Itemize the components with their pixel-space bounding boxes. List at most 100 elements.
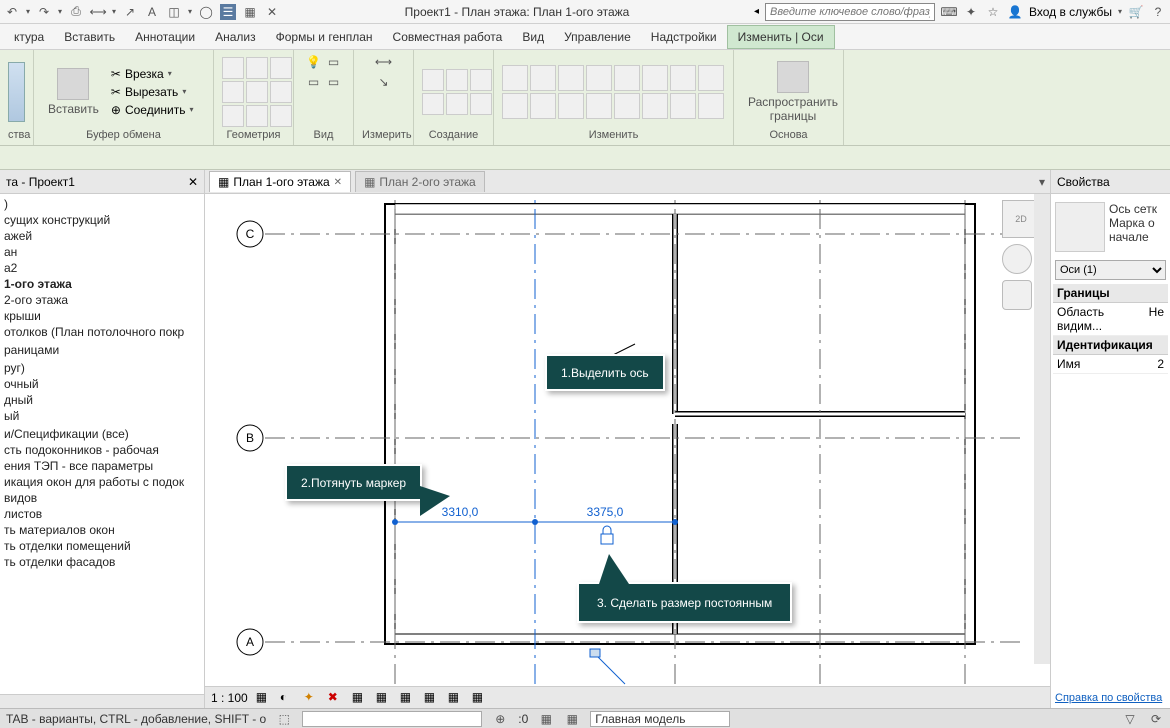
modify-icon[interactable] bbox=[8, 62, 25, 122]
close-icon[interactable]: ✕ bbox=[334, 177, 342, 188]
geom-tool-icon[interactable] bbox=[222, 81, 244, 103]
measure-icon[interactable]: ↘ bbox=[376, 74, 392, 90]
vc-icon[interactable]: ✦ bbox=[304, 690, 320, 706]
modify-tool-icon[interactable] bbox=[670, 65, 696, 91]
tab-options-icon[interactable]: ▾ bbox=[1034, 174, 1050, 190]
geom-tool-icon[interactable] bbox=[270, 81, 292, 103]
select-icon[interactable]: ⬚ bbox=[276, 711, 292, 727]
vc-icon[interactable]: ▦ bbox=[448, 690, 464, 706]
print-icon[interactable]: ⎙ bbox=[68, 4, 84, 20]
star-icon[interactable]: ☆ bbox=[985, 4, 1001, 20]
measure-icon[interactable]: ⟷ bbox=[376, 54, 392, 70]
menu-tab-active[interactable]: Изменить | Оси bbox=[727, 25, 835, 49]
modify-tool-icon[interactable] bbox=[558, 65, 584, 91]
modify-tool-icon[interactable] bbox=[586, 65, 612, 91]
close-icon[interactable]: ✕ bbox=[188, 175, 198, 189]
nav-pan-icon[interactable] bbox=[1002, 280, 1032, 310]
modify-tool-icon[interactable] bbox=[530, 65, 556, 91]
filter-icon[interactable]: ▽ bbox=[1122, 711, 1138, 727]
propagate-button[interactable]: Распространить границы bbox=[742, 59, 844, 125]
modify-tool-icon[interactable] bbox=[670, 93, 696, 119]
geom-tool-icon[interactable] bbox=[270, 105, 292, 127]
modify-tool-icon[interactable] bbox=[642, 93, 668, 119]
vc-icon[interactable]: ✖ bbox=[328, 690, 344, 706]
vc-icon[interactable]: ◐ bbox=[280, 690, 296, 706]
modify-tool-icon[interactable] bbox=[502, 93, 528, 119]
modify-tool-icon[interactable] bbox=[586, 93, 612, 119]
close-view-icon[interactable]: ✕ bbox=[264, 4, 280, 20]
nav-wheel-icon[interactable] bbox=[1002, 244, 1032, 274]
vc-icon[interactable]: ▦ bbox=[400, 690, 416, 706]
geom-tool-icon[interactable] bbox=[246, 57, 268, 79]
menu-tab[interactable]: Аннотации bbox=[125, 26, 205, 48]
model-icon[interactable]: ▦ bbox=[538, 711, 554, 727]
view-tool-icon[interactable]: ▭ bbox=[306, 74, 322, 90]
status-combo[interactable] bbox=[302, 711, 482, 727]
cut2-button[interactable]: ✂Вырезать ▾ bbox=[109, 84, 196, 100]
vc-icon[interactable]: ▦ bbox=[376, 690, 392, 706]
text-icon[interactable]: A bbox=[144, 4, 160, 20]
search-input[interactable] bbox=[765, 3, 935, 21]
geom-tool-icon[interactable] bbox=[222, 57, 244, 79]
prop-row[interactable]: Имя2 bbox=[1053, 355, 1168, 374]
menu-tab[interactable]: Управление bbox=[554, 26, 641, 48]
model-selector[interactable]: Главная модель bbox=[590, 711, 730, 727]
geom-tool-icon[interactable] bbox=[222, 105, 244, 127]
create-tool-icon[interactable] bbox=[446, 69, 468, 91]
measure-icon[interactable]: ⟷ bbox=[90, 4, 106, 20]
zoom-label[interactable]: 1 : 100 bbox=[211, 691, 248, 705]
create-tool-icon[interactable] bbox=[422, 69, 444, 91]
type-selector[interactable]: Оси (1) bbox=[1055, 260, 1166, 280]
menu-tab[interactable]: Вид bbox=[512, 26, 554, 48]
menu-tab[interactable]: Формы и генплан bbox=[266, 26, 383, 48]
coord-icon[interactable]: ⊕ bbox=[492, 711, 508, 727]
prop-row[interactable]: Область видим...Не bbox=[1053, 303, 1168, 336]
vc-icon[interactable]: ▦ bbox=[424, 690, 440, 706]
scrollbar-h[interactable] bbox=[0, 694, 204, 708]
modify-tool-icon[interactable] bbox=[614, 65, 640, 91]
modify-tool-icon[interactable] bbox=[502, 65, 528, 91]
menu-tab[interactable]: Вставить bbox=[54, 26, 125, 48]
vc-icon[interactable]: ▦ bbox=[352, 690, 368, 706]
geom-tool-icon[interactable] bbox=[270, 57, 292, 79]
cube-icon[interactable]: ◫ bbox=[166, 4, 182, 20]
circle-icon[interactable]: ◯ bbox=[198, 4, 214, 20]
join-button[interactable]: ⊕Соединить ▾ bbox=[109, 102, 196, 118]
view-tool-icon[interactable]: ▭ bbox=[326, 74, 342, 90]
menu-tab[interactable]: Анализ bbox=[205, 26, 266, 48]
sync-icon[interactable]: ⟳ bbox=[1148, 711, 1164, 727]
help-icon[interactable]: ? bbox=[1150, 4, 1166, 20]
canvas[interactable]: C B A 3310,0 3375,0 bbox=[205, 194, 1050, 686]
tool-icon[interactable]: ▦ bbox=[242, 4, 258, 20]
keyboard-icon[interactable]: ⌨ bbox=[941, 4, 957, 20]
paste-button[interactable]: Вставить bbox=[42, 66, 105, 118]
properties-help-link[interactable]: Справка по свойства bbox=[1051, 688, 1170, 708]
vc-icon[interactable]: ▦ bbox=[472, 690, 488, 706]
bulb-icon[interactable]: 💡 bbox=[306, 54, 322, 70]
modify-tool-icon[interactable] bbox=[614, 93, 640, 119]
undo-icon[interactable]: ↶ bbox=[4, 4, 20, 20]
modify-tool-icon[interactable] bbox=[698, 65, 724, 91]
view-tab[interactable]: ▦План 1-ого этажа✕ bbox=[209, 171, 351, 192]
menu-tab[interactable]: Надстройки bbox=[641, 26, 727, 48]
vc-icon[interactable]: ▦ bbox=[256, 690, 272, 706]
menu-tab[interactable]: ктура bbox=[4, 26, 54, 48]
modify-tool-icon[interactable] bbox=[558, 93, 584, 119]
list-icon[interactable]: ☰ bbox=[220, 4, 236, 20]
redo-icon[interactable]: ↷ bbox=[36, 4, 52, 20]
login-label[interactable]: Вход в службы bbox=[1029, 5, 1112, 19]
user-icon[interactable]: 👤 bbox=[1007, 4, 1023, 20]
view-tool-icon[interactable]: ▭ bbox=[326, 54, 342, 70]
modify-tool-icon[interactable] bbox=[698, 93, 724, 119]
geom-tool-icon[interactable] bbox=[246, 81, 268, 103]
communicate-icon[interactable]: ✦ bbox=[963, 4, 979, 20]
model-icon[interactable]: ▦ bbox=[564, 711, 580, 727]
create-tool-icon[interactable] bbox=[446, 93, 468, 115]
cart-icon[interactable]: 🛒 bbox=[1128, 4, 1144, 20]
cut-button[interactable]: ✂Врезка ▾ bbox=[109, 66, 196, 82]
view-tab[interactable]: ▦План 2-ого этажа bbox=[355, 171, 485, 192]
modify-tool-icon[interactable] bbox=[642, 65, 668, 91]
menu-tab[interactable]: Совместная работа bbox=[383, 26, 513, 48]
create-tool-icon[interactable] bbox=[422, 93, 444, 115]
scrollbar-v[interactable] bbox=[1034, 194, 1050, 664]
